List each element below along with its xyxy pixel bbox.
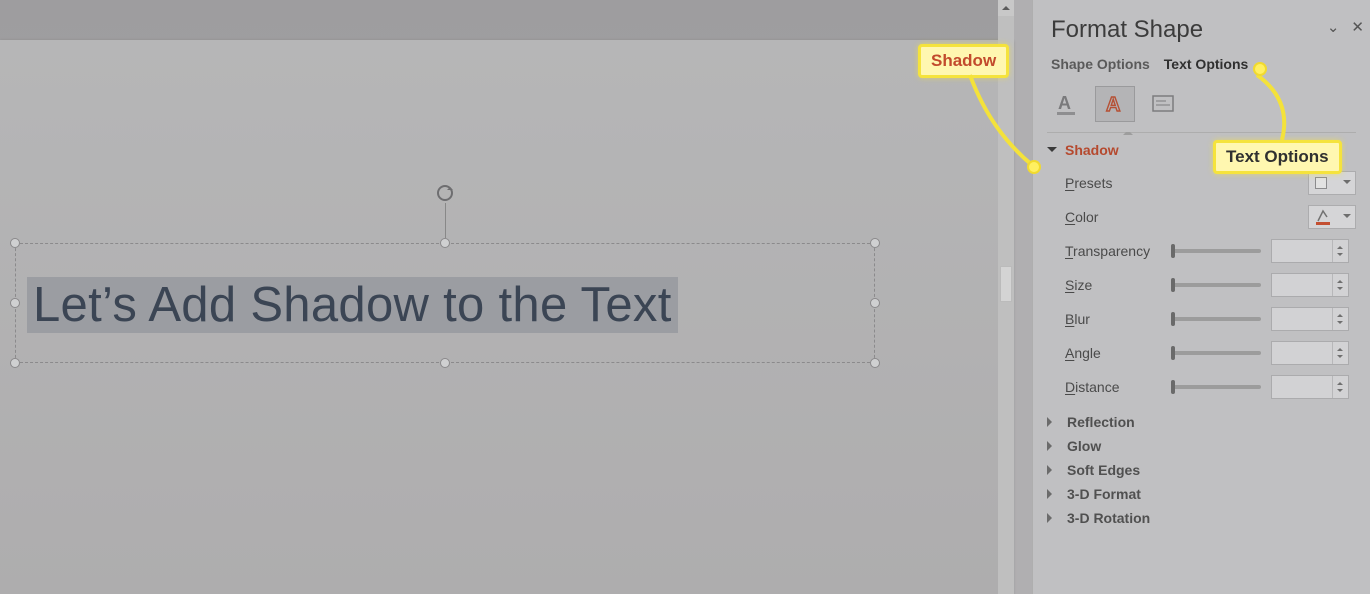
section-reflection-header[interactable]: Reflection	[1047, 414, 1356, 430]
transparency-label: Transparency	[1065, 243, 1171, 259]
callout-shadow: Shadow	[918, 44, 1009, 78]
chevron-right-icon	[1047, 417, 1057, 427]
svg-text:A: A	[1106, 94, 1120, 116]
blur-label: Blur	[1065, 311, 1171, 327]
chevron-down-icon	[1047, 147, 1057, 157]
angle-input[interactable]	[1271, 341, 1349, 365]
size-label: Size	[1065, 277, 1171, 293]
section-3d-format-header[interactable]: 3-D Format	[1047, 486, 1356, 502]
section-glow-header[interactable]: Glow	[1047, 438, 1356, 454]
resize-handle-e[interactable]	[870, 298, 880, 308]
tab-text-options[interactable]: Text Options	[1164, 56, 1249, 72]
color-dropdown[interactable]	[1308, 205, 1356, 229]
presets-label: Presets	[1065, 175, 1171, 191]
transparency-input[interactable]	[1271, 239, 1349, 263]
scroll-up-button[interactable]	[998, 0, 1014, 16]
scroll-thumb[interactable]	[1000, 266, 1012, 302]
chevron-right-icon	[1047, 441, 1057, 451]
callout-text-options: Text Options	[1213, 140, 1342, 174]
text-box-content[interactable]: Let’s Add Shadow to the Text	[27, 277, 678, 333]
section-shadow-title: Shadow	[1065, 142, 1119, 158]
pane-title: Format Shape	[1033, 0, 1370, 52]
chevron-right-icon	[1047, 513, 1057, 523]
angle-label: Angle	[1065, 345, 1171, 361]
text-box[interactable]: Let’s Add Shadow to the Text	[15, 243, 875, 363]
size-slider[interactable]	[1171, 283, 1261, 287]
presets-dropdown[interactable]	[1308, 171, 1356, 195]
chevron-right-icon	[1047, 489, 1057, 499]
tab-shape-options[interactable]: Shape Options	[1051, 56, 1150, 72]
svg-text:A: A	[1058, 93, 1071, 113]
resize-handle-nw[interactable]	[10, 238, 20, 248]
text-fill-outline-icon[interactable]: A	[1047, 86, 1087, 122]
size-input[interactable]	[1271, 273, 1349, 297]
resize-handle-s[interactable]	[440, 358, 450, 368]
rotate-stem	[445, 203, 446, 238]
callout-dot-text-options	[1253, 62, 1267, 76]
close-icon[interactable]: ✕	[1351, 18, 1364, 36]
text-effects-icon[interactable]: A	[1095, 86, 1135, 122]
resize-handle-n[interactable]	[440, 238, 450, 248]
blur-slider[interactable]	[1171, 317, 1261, 321]
rotate-handle-icon[interactable]	[435, 183, 455, 203]
slide-canvas[interactable]: Let’s Add Shadow to the Text	[0, 0, 1013, 594]
slide[interactable]: Let’s Add Shadow to the Text	[0, 40, 1013, 594]
textbox-icon[interactable]	[1143, 86, 1183, 122]
vertical-scrollbar[interactable]	[998, 0, 1014, 594]
resize-handle-sw[interactable]	[10, 358, 20, 368]
color-label: Color	[1065, 209, 1171, 225]
pane-options-icon[interactable]: ⌄	[1327, 18, 1340, 36]
resize-handle-ne[interactable]	[870, 238, 880, 248]
distance-slider[interactable]	[1171, 385, 1261, 389]
angle-slider[interactable]	[1171, 351, 1261, 355]
transparency-slider[interactable]	[1171, 249, 1261, 253]
resize-handle-w[interactable]	[10, 298, 20, 308]
format-shape-pane: Format Shape ⌄ ✕ Shape Options Text Opti…	[1032, 0, 1370, 594]
section-soft-edges-header[interactable]: Soft Edges	[1047, 462, 1356, 478]
callout-dot-shadow	[1027, 160, 1041, 174]
chevron-right-icon	[1047, 465, 1057, 475]
distance-label: Distance	[1065, 379, 1171, 395]
resize-handle-se[interactable]	[870, 358, 880, 368]
section-3d-rotation-header[interactable]: 3-D Rotation	[1047, 510, 1356, 526]
distance-input[interactable]	[1271, 375, 1349, 399]
blur-input[interactable]	[1271, 307, 1349, 331]
